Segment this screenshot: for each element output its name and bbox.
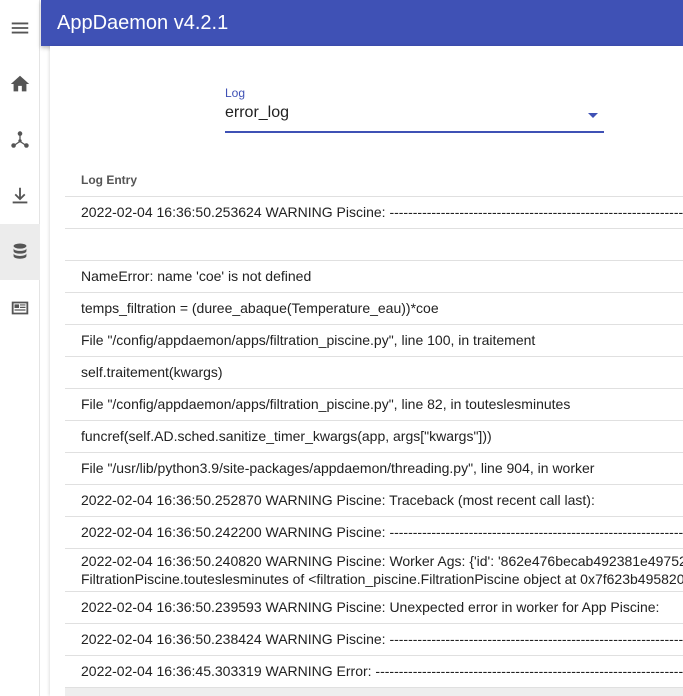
table-row: NameError: name 'coe' is not defined	[65, 261, 683, 293]
table-row: 2022-02-04 16:36:50.240820 WARNING Pisci…	[65, 549, 683, 592]
table-row: File "/config/appdaemon/apps/filtration_…	[65, 389, 683, 421]
row-line: FiltrationPiscine.touteslesminutes of <f…	[81, 571, 683, 587]
log-select-label: Log	[225, 86, 246, 100]
table-row: self.traitement(kwargs)	[65, 357, 683, 389]
row-line: 2022-02-04 16:36:50.240820 WARNING Pisci…	[81, 553, 683, 569]
dropdown-arrow-icon	[588, 113, 598, 118]
nav-logs[interactable]	[0, 224, 40, 280]
log-entry-header: Log Entry	[65, 164, 683, 197]
main-content: Log error_log Log Entry 2022-02-04 16:36…	[50, 46, 683, 696]
table-row: 2022-02-04 16:36:50.252870 WARNING Pisci…	[65, 485, 683, 517]
table-row: 2022-02-04 16:36:50.238424 WARNING Pisci…	[65, 624, 683, 656]
log-table: Log Entry 2022-02-04 16:36:50.253624 WAR…	[65, 164, 683, 696]
table-row: funcref(self.AD.sched.sanitize_timer_kwa…	[65, 421, 683, 453]
home-icon	[10, 75, 30, 92]
newspaper-icon	[11, 301, 29, 315]
table-row: File "/config/appdaemon/apps/filtration_…	[65, 325, 683, 357]
log-select-value: error_log	[225, 104, 290, 121]
sidebar	[0, 0, 40, 696]
table-row: 2022-02-04 16:36:45.303319 WARNING Error…	[65, 656, 683, 688]
table-row	[65, 229, 683, 261]
log-select[interactable]: Log error_log	[225, 86, 604, 133]
table-footer	[65, 688, 683, 696]
menu-icon	[11, 22, 29, 34]
table-row: 2022-02-04 16:36:50.253624 WARNING Pisci…	[65, 197, 683, 229]
download-icon	[12, 187, 28, 204]
table-row: temps_filtration = (duree_abaque(Tempera…	[65, 293, 683, 325]
nav-download[interactable]	[0, 168, 40, 224]
nav-state[interactable]	[0, 112, 40, 168]
menu-button[interactable]	[0, 0, 40, 56]
table-row: 2022-02-04 16:36:50.242200 WARNING Pisci…	[65, 517, 683, 549]
database-icon	[13, 243, 27, 259]
nav-home[interactable]	[0, 56, 40, 112]
nav-admin[interactable]	[0, 280, 40, 336]
table-row: File "/usr/lib/python3.9/site-packages/a…	[65, 453, 683, 485]
table-row: 2022-02-04 16:36:50.239593 WARNING Pisci…	[65, 592, 683, 624]
hub-icon	[11, 131, 29, 148]
app-bar: AppDaemon v4.2.1	[41, 0, 683, 46]
app-title: AppDaemon v4.2.1	[57, 11, 229, 34]
